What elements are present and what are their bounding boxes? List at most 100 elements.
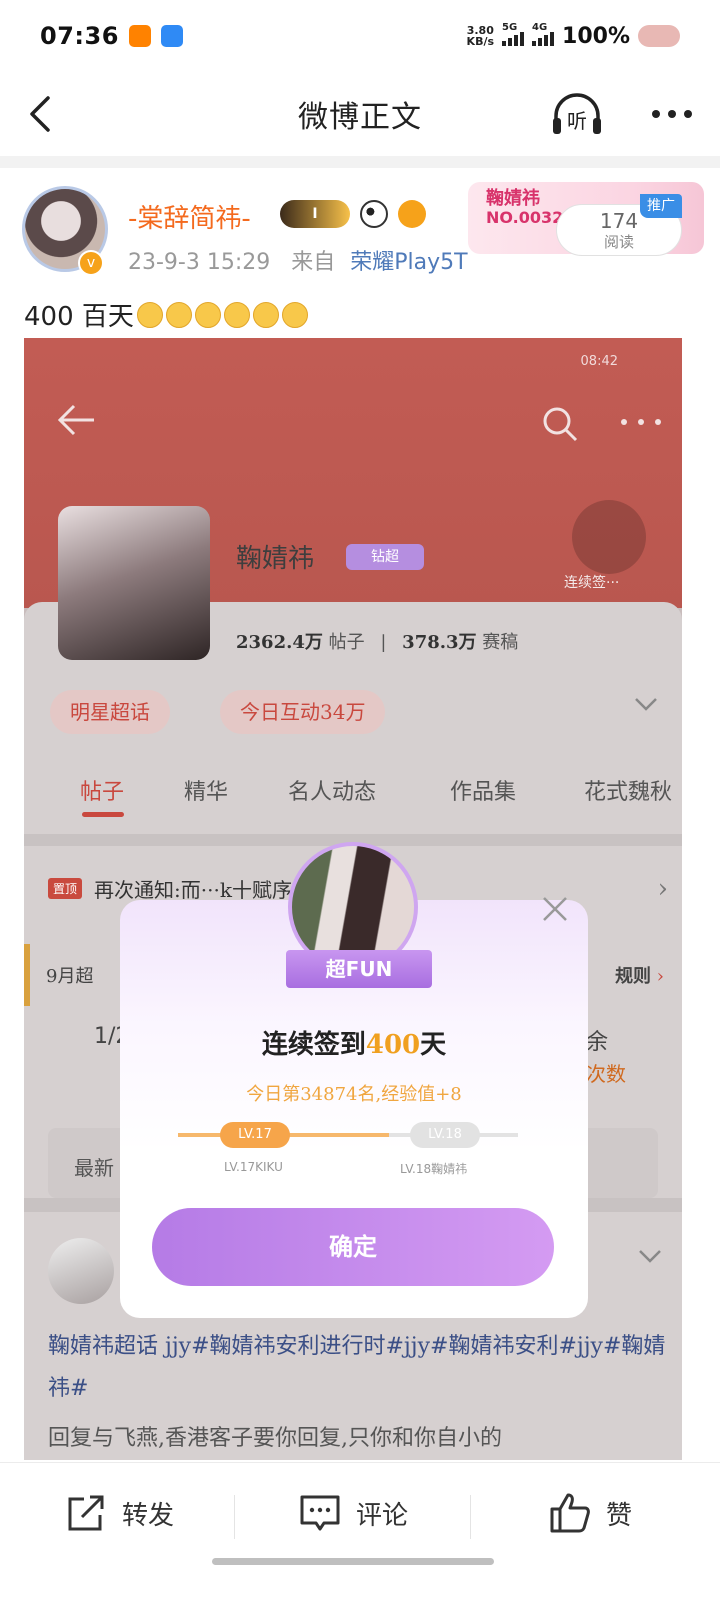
repost-label: 转发 <box>122 1500 175 1531</box>
status-bar: 07:36 3.80 KB/s 5G 4G 100% <box>0 0 720 72</box>
read-label: 阅读 <box>603 233 634 251</box>
laughing-emoji-icon <box>223 301 250 328</box>
image-post-text: 鞠婧祎超话 jjy#鞠婧祎安利进行时#jjy#鞠婧祎安利#jjy#鞠婧祎# <box>48 1334 666 1401</box>
network-speed: 3.80 KB/s <box>467 25 494 47</box>
user-badges: I <box>280 200 426 228</box>
image-stat-posts-label: 帖子 <box>328 632 365 653</box>
more-icon[interactable] <box>648 102 696 126</box>
image-post-text-2: 回复与飞燕,香港客子要你回复,只你和你自小的 <box>48 1426 502 1451</box>
image-checkin-label: 连续签··· <box>564 575 620 591</box>
weibo-app-icon <box>128 25 151 47</box>
signal-sim2-icon: 4G <box>532 22 555 46</box>
status-time: 07:36 <box>40 22 119 50</box>
battery-percent: 100% <box>562 23 630 49</box>
image-level-current: LV.17 <box>220 1122 290 1148</box>
image-post-avatar <box>48 1238 114 1304</box>
post-source[interactable]: 荣耀Play5T <box>350 250 467 275</box>
headphones-icon: 听 <box>553 93 601 134</box>
network-speed-unit: KB/s <box>466 35 495 48</box>
image-checkin-icon <box>572 500 646 574</box>
member-crown-badge[interactable]: I <box>280 200 350 228</box>
image-modal-close-icon <box>543 897 567 921</box>
image-search-icon <box>543 407 578 442</box>
listen-label: 听 <box>567 109 587 133</box>
battery-icon <box>638 25 680 47</box>
image-tab-featured: 精华 <box>184 780 229 805</box>
image-profile-name: 鞠婧祎 <box>236 544 315 574</box>
image-rules-left: 9月超 <box>46 966 94 987</box>
image-tab-celebrity: 名人动态 <box>288 780 377 805</box>
image-tab-fancy: 花式魏秋 <box>584 780 673 805</box>
image-modal-subtitle: 今日第34874名,经验值+8 <box>246 1084 462 1105</box>
home-indicator[interactable] <box>212 1558 494 1565</box>
divider <box>0 156 720 168</box>
username[interactable]: -棠辞简祎- <box>128 198 251 235</box>
image-level-next-name: LV.18鞠婧祎 <box>400 1162 468 1176</box>
repost-icon <box>68 1495 104 1531</box>
image-post-chevron-icon <box>639 1250 661 1263</box>
notification-app-icon <box>160 25 183 47</box>
post-text: 400 百天 <box>24 296 308 333</box>
post-time: 23-9-3 15:29 <box>128 250 271 275</box>
source-prefix: 来自 <box>291 250 336 275</box>
image-chevron-down-icon <box>635 698 657 711</box>
fan-card-number: NO.0032 <box>486 208 564 227</box>
signal-sim1-icon: 5G <box>502 22 525 46</box>
image-pill-star-topic: 明星超话 <box>50 690 170 734</box>
separator <box>234 1495 235 1539</box>
nav-bar: 微博正文 听 <box>0 72 720 156</box>
image-status-time: 08:42 <box>580 354 618 369</box>
image-profile-avatar <box>58 506 210 660</box>
image-pill-interaction: 今日互动34万 <box>220 690 386 734</box>
page-title: 微博正文 <box>298 100 422 135</box>
image-stats: 2362.4万 帖子 | 378.3万 赛稿 <box>236 632 519 653</box>
crying-emoji-icon <box>136 301 163 328</box>
separator <box>470 1495 471 1539</box>
fan-card-name: 鞠婧祎 <box>486 188 540 209</box>
image-count-sub: 次数 <box>586 1062 626 1086</box>
image-level-current-name: LV.17KIKU <box>224 1160 283 1174</box>
image-stat-posts-value: 2362.4万 <box>236 632 323 653</box>
fish-icon <box>398 200 426 228</box>
like-button[interactable]: 赞 <box>548 1491 632 1535</box>
bottom-action-bar: 转发 评论 赞 <box>0 1462 720 1572</box>
listen-button[interactable]: 听 <box>550 92 604 138</box>
image-chevron-right-icon: › <box>657 874 668 904</box>
post-image[interactable]: 08:42 连续签··· 鞠婧祎 钻超 2362.4万 帖子 | 378.3万 … <box>24 338 682 1460</box>
repost-button[interactable]: 转发 <box>64 1491 174 1535</box>
status-indicators: 3.80 KB/s 5G 4G 100% <box>467 22 680 49</box>
comment-button[interactable]: 评论 <box>298 1491 408 1535</box>
laughing-emoji-icon <box>252 301 279 328</box>
image-stat-fans-value: 378.3万 <box>402 632 477 653</box>
post-meta: 23-9-3 15:29 来自 荣耀Play5T <box>128 244 468 276</box>
laughing-emoji-icon <box>281 301 308 328</box>
image-modal-ribbon: 超FUN <box>286 950 432 988</box>
like-label: 赞 <box>606 1500 633 1531</box>
sim1-type: 5G <box>502 22 518 33</box>
comment-icon <box>300 1495 340 1531</box>
image-tab-indicator <box>82 812 124 817</box>
promote-button[interactable]: 推广 <box>640 194 682 218</box>
image-more-icon <box>621 419 661 425</box>
image-stat-fans-label: 赛稿 <box>482 632 519 653</box>
thumbs-up-icon <box>550 1493 590 1533</box>
image-modal-title: 连续签到400天 <box>261 1030 447 1060</box>
image-pinned-tag: 置顶 <box>48 877 83 899</box>
image-confirm-button: 确定 <box>152 1208 554 1286</box>
image-tier-badge: 钻超 <box>346 544 424 570</box>
verified-badge-icon: v <box>78 250 104 276</box>
image-status-bar: 08:42 <box>68 354 668 374</box>
back-arrow-icon[interactable] <box>22 94 62 134</box>
image-level-next: LV.18 <box>410 1122 480 1148</box>
comment-label: 评论 <box>356 1500 409 1531</box>
image-back-arrow-icon <box>57 404 94 436</box>
panda-icon <box>360 200 388 228</box>
image-rules-right: 规则 › <box>615 966 664 987</box>
image-tab-works: 作品集 <box>450 780 517 805</box>
image-latest-label: 最新 <box>74 1156 114 1180</box>
crying-emoji-icon <box>194 301 221 328</box>
image-tab-posts: 帖子 <box>80 780 125 805</box>
crying-emoji-icon <box>165 301 192 328</box>
image-count-right: 余 <box>586 1030 609 1055</box>
sim2-type: 4G <box>532 22 548 33</box>
